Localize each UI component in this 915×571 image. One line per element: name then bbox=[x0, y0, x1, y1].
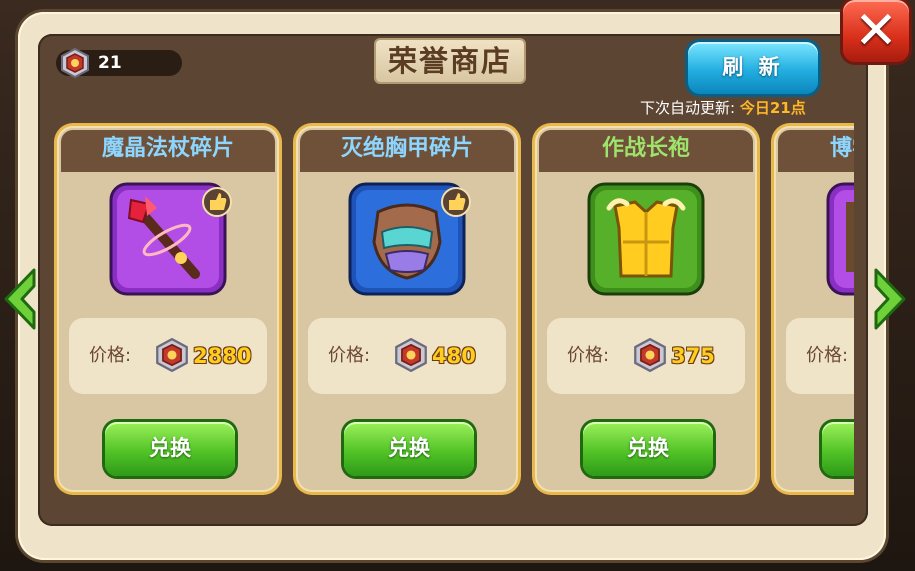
price-box: 价格: 480 bbox=[308, 318, 506, 394]
price-label: 价格: bbox=[567, 345, 610, 366]
item-name: 作战长袍 bbox=[601, 136, 690, 161]
auto-refresh-info: 下次自动更新: 今日21点 bbox=[640, 98, 806, 118]
close-button[interactable]: ✕ bbox=[843, 0, 909, 62]
shop-item-card: 博学 价格: 兑 bbox=[774, 126, 854, 492]
page-title: 荣誉商店 bbox=[387, 44, 512, 78]
item-name: 博学 bbox=[830, 136, 854, 161]
price-label: 价格: bbox=[806, 345, 849, 366]
exchange-button[interactable]: 兑换 bbox=[583, 422, 713, 476]
item-name: 魔晶法杖碎片 bbox=[101, 136, 234, 161]
golden-robe-icon[interactable] bbox=[587, 182, 705, 296]
honor-currency-count: 21 bbox=[98, 53, 122, 73]
honor-medal-icon bbox=[395, 338, 427, 372]
price-box: 价格: 375 bbox=[547, 318, 745, 394]
exchange-button[interactable]: 兑换 bbox=[105, 422, 235, 476]
price-label: 价格: bbox=[89, 345, 132, 366]
item-list: 魔晶法杖碎片 价格: 2880 兑换 灭绝胸甲碎片 价格: 480 兑换 作战长… bbox=[52, 122, 854, 498]
thumb-badge-icon bbox=[441, 187, 471, 217]
shop-item-card: 作战长袍 价格: 375 兑换 bbox=[535, 126, 757, 492]
partial-item-icon[interactable] bbox=[826, 182, 854, 296]
thumb-badge-icon bbox=[202, 187, 232, 217]
price-box: 价格: 2880 bbox=[69, 318, 267, 394]
honor-medal-icon bbox=[61, 48, 89, 78]
honor-medal-icon bbox=[634, 338, 666, 372]
price-value: 480 bbox=[432, 344, 476, 368]
exchange-button[interactable]: 兑换 bbox=[344, 422, 474, 476]
shop-item-card: 魔晶法杖碎片 价格: 2880 兑换 bbox=[57, 126, 279, 492]
price-box: 价格: bbox=[786, 318, 854, 394]
price-label: 价格: bbox=[328, 345, 371, 366]
refresh-button[interactable]: 刷 新 bbox=[688, 42, 818, 94]
shop-item-card: 灭绝胸甲碎片 价格: 480 兑换 bbox=[296, 126, 518, 492]
next-page-arrow-icon[interactable] bbox=[872, 266, 910, 332]
item-name: 灭绝胸甲碎片 bbox=[340, 136, 473, 161]
auto-refresh-label: 下次自动更新: bbox=[640, 99, 740, 117]
honor-medal-icon bbox=[156, 338, 188, 372]
prev-page-arrow-icon[interactable] bbox=[0, 266, 38, 332]
price-value: 375 bbox=[671, 344, 715, 368]
price-value: 2880 bbox=[193, 344, 252, 368]
close-icon: ✕ bbox=[854, 1, 898, 61]
auto-refresh-time: 今日21点 bbox=[739, 99, 806, 117]
exchange-button[interactable]: 兑 bbox=[822, 422, 854, 476]
